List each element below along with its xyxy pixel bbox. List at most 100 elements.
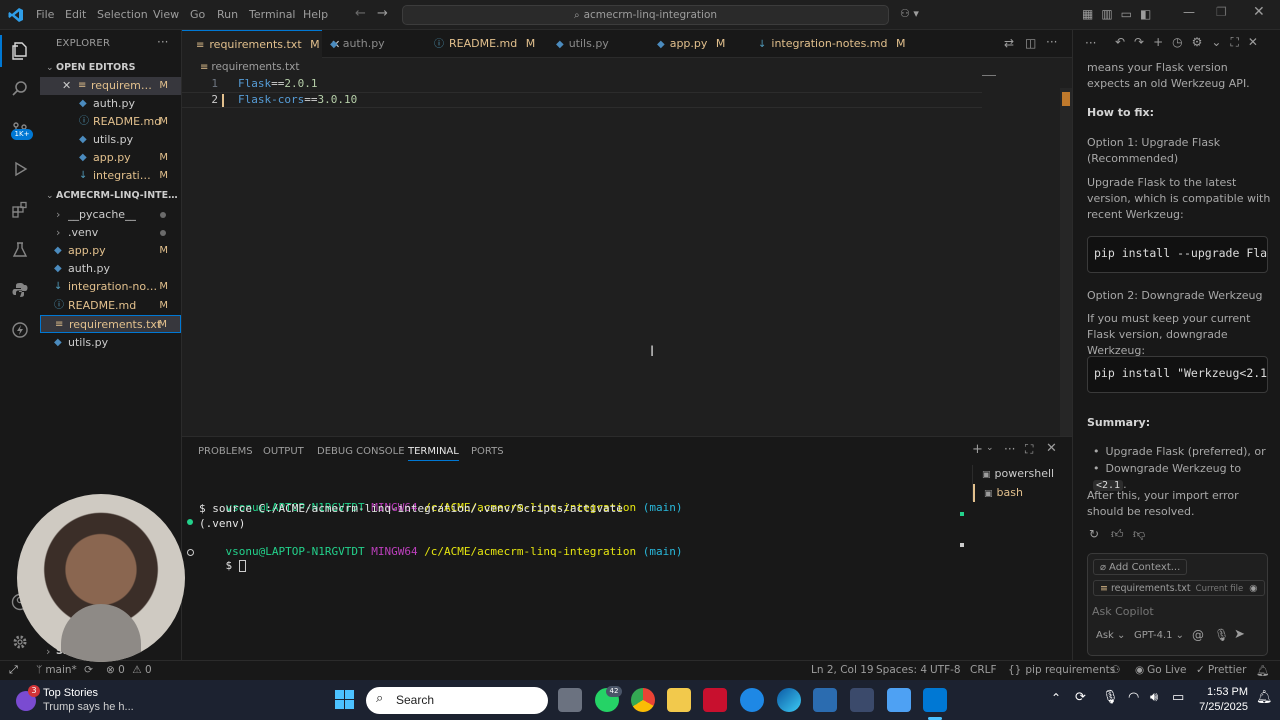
search-icon[interactable]	[8, 77, 32, 101]
terminal-item-powershell[interactable]: ▣ powershell	[973, 465, 1073, 483]
file-integration-notes[interactable]: ↓ integration-not... M	[40, 278, 181, 296]
testing-icon[interactable]	[8, 238, 32, 262]
tab-integration-notes[interactable]: ↓ integration-notes.md M	[758, 30, 906, 58]
tab-app[interactable]: ◆ app.py M	[657, 30, 725, 58]
code-block-upgrade[interactable]: pip install --upgrade Flask	[1087, 236, 1268, 273]
menu-help[interactable]: Help	[303, 8, 328, 21]
eye-icon[interactable]: ◉	[1249, 583, 1257, 594]
windows-start-icon[interactable]	[335, 690, 355, 710]
model-select[interactable]: GPT-4.1 ⌄	[1134, 630, 1184, 641]
remote-desktop-icon[interactable]	[850, 688, 874, 712]
file-auth[interactable]: ◆ auth.py	[40, 260, 181, 278]
retry-icon[interactable]: ↻	[1089, 527, 1099, 541]
terminal-item-bash[interactable]: ▣ bash	[973, 484, 1073, 502]
close-window-icon[interactable]: ✕	[1253, 4, 1265, 20]
editor-more-icon[interactable]: ···	[1046, 35, 1057, 49]
chevron-down-icon[interactable]: ⌄	[986, 443, 994, 453]
thumbs-down-icon[interactable]: 👎︎	[1133, 527, 1145, 542]
new-terminal-icon[interactable]: +	[972, 442, 983, 457]
ask-copilot-input[interactable]	[1092, 602, 1262, 620]
language-mode[interactable]: {} pip requirements	[1008, 664, 1115, 676]
microphone-icon[interactable]: 🎙︎	[1214, 628, 1229, 642]
extensions-icon[interactable]	[8, 198, 32, 222]
taskbar-search[interactable]: ⌕ Search	[366, 687, 548, 714]
mcafee-icon[interactable]	[703, 688, 727, 712]
go-live-button[interactable]: ◉ Go Live	[1135, 664, 1187, 676]
refresh-tray-icon[interactable]: ⟳	[1075, 690, 1086, 705]
minimap[interactable]	[982, 75, 996, 79]
file-explorer-icon[interactable]	[667, 688, 691, 712]
folder-pycache[interactable]: › __pycache__	[40, 206, 181, 224]
copilot-icon[interactable]: ⚇ ▾	[900, 7, 919, 20]
line-ending[interactable]: CRLF	[970, 664, 997, 676]
edge-icon[interactable]	[777, 688, 801, 712]
add-context-button[interactable]: ⌀ Add Context...	[1093, 559, 1188, 575]
code-editor[interactable]: ≡ requirements.txt 1 2 Flask==2.0.1 Flask…	[182, 58, 1072, 436]
layout-controls-icon[interactable]: ▦▥▭◧	[1082, 7, 1159, 21]
maximize-panel-icon[interactable]: ⛶	[1025, 442, 1033, 457]
encoding[interactable]: UTF-8	[930, 664, 961, 676]
open-editor-auth[interactable]: ◆ auth.py	[40, 95, 181, 113]
tab-readme[interactable]: ⓘ README.md M	[434, 30, 535, 58]
copilot-status-icon[interactable]: ⚇	[1111, 664, 1120, 676]
current-file-chip[interactable]: ≡ requirements.txt Current file ◉	[1093, 580, 1265, 596]
menu-run[interactable]: Run	[217, 8, 238, 21]
send-icon[interactable]: ➤	[1234, 627, 1245, 642]
mode-select[interactable]: Ask ⌄	[1096, 630, 1125, 641]
tab-output[interactable]: OUTPUT	[263, 446, 304, 457]
cursor-position[interactable]: Ln 2, Col 19	[811, 664, 874, 676]
menu-terminal[interactable]: Terminal	[249, 8, 296, 21]
clock-date[interactable]: 7/25/2025	[1188, 701, 1248, 713]
terminal-input-line[interactable]: $	[199, 546, 246, 585]
maximize-icon[interactable]: ❐	[1216, 5, 1227, 19]
open-editor-readme[interactable]: ⓘ README.md M	[40, 113, 181, 131]
task-view-icon[interactable]	[558, 688, 582, 712]
code-line-2[interactable]: Flask-cors==3.0.10	[238, 93, 357, 106]
show-hidden-icons[interactable]: ⌃	[1051, 691, 1061, 705]
forward-arrow-icon[interactable]: →	[377, 6, 388, 21]
store-icon[interactable]	[813, 688, 837, 712]
chat-toolbar-icons[interactable]: ↶↷+◷⚙⌄⛶✕	[1115, 35, 1267, 50]
menu-view[interactable]: View	[153, 8, 179, 21]
problems-indicator[interactable]: ⊗ 0 ⚠ 0	[106, 664, 152, 676]
settings-gear-icon[interactable]	[8, 630, 32, 654]
python-icon[interactable]	[8, 278, 32, 302]
back-arrow-icon[interactable]: ←	[355, 6, 366, 21]
news-widget[interactable]: 3 Top Stories Trump says he h...	[8, 685, 158, 715]
panel-more-icon[interactable]: ···	[1004, 442, 1015, 456]
indentation[interactable]: Spaces: 4	[876, 664, 927, 676]
run-debug-icon[interactable]	[8, 157, 32, 181]
notification-bell-icon[interactable]: 🔔︎	[1256, 690, 1273, 705]
sync-icon[interactable]: ⟳	[84, 664, 93, 676]
clock-time[interactable]: 1:53 PM	[1196, 686, 1248, 698]
notifications-bell-icon[interactable]: 🔔︎	[1256, 664, 1269, 677]
tab-problems[interactable]: PROBLEMS	[198, 446, 253, 457]
file-app[interactable]: ◆ app.py M	[40, 242, 181, 260]
open-editor-utils[interactable]: ◆ utils.py	[40, 131, 181, 149]
browser-icon[interactable]	[740, 688, 764, 712]
chrome-icon[interactable]	[631, 688, 655, 712]
open-editor-requirements[interactable]: ✕ ≡ requireme... M	[40, 77, 181, 95]
scrollbar[interactable]	[1060, 88, 1072, 436]
file-readme[interactable]: ⓘ README.md M	[40, 297, 181, 315]
split-editor-icon[interactable]: ◫	[1025, 36, 1036, 50]
close-editor-icon[interactable]: ✕	[62, 77, 71, 95]
open-editors-header[interactable]: ⌄ OPEN EDITORS	[40, 59, 181, 77]
thumbs-up-icon[interactable]: 👍︎	[1111, 527, 1124, 542]
command-center-search[interactable]: ⌕ acmecrm-linq-integration	[402, 5, 889, 25]
microphone-tray-icon[interactable]: 🎙︎	[1102, 690, 1119, 705]
notepad-icon[interactable]	[887, 688, 911, 712]
menu-file[interactable]: File	[36, 8, 54, 21]
open-editor-app[interactable]: ◆ app.py M	[40, 149, 181, 167]
open-editor-integration[interactable]: ↓ integration... M	[40, 167, 181, 185]
vscode-taskbar-icon[interactable]	[923, 688, 947, 712]
tab-ports[interactable]: PORTS	[471, 446, 504, 457]
tab-requirements[interactable]: ≡ requirements.txt M ✕	[182, 30, 340, 58]
branch-indicator[interactable]: ᛘ main* ⟳	[36, 664, 93, 676]
file-requirements[interactable]: ≡ requirements.txt M	[40, 315, 181, 333]
project-folder-header[interactable]: ⌄ ACMECRM-LINQ-INTEGRA...	[40, 187, 181, 205]
minimize-icon[interactable]: —	[1183, 5, 1195, 19]
chat-more-icon[interactable]: ···	[1085, 36, 1096, 50]
battery-icon[interactable]: ▭	[1172, 690, 1184, 705]
live-share-icon[interactable]	[8, 318, 32, 342]
